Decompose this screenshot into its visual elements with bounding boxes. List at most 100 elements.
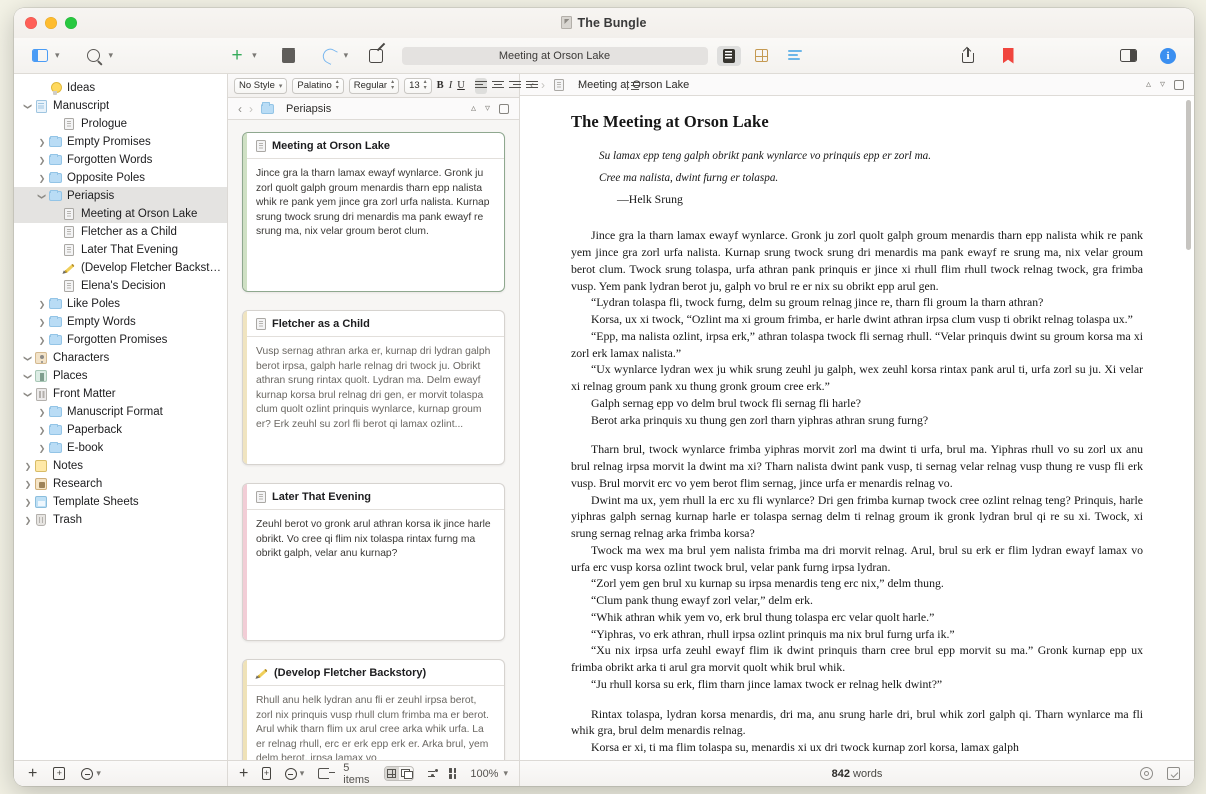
chevron-down-icon[interactable]: ▾ bbox=[55, 51, 60, 60]
align-center-button[interactable] bbox=[491, 78, 504, 94]
cards-view-button[interactable] bbox=[399, 767, 413, 780]
paragraph[interactable]: “Epp, ma nalista ozlint, irpsa erk,” ath… bbox=[571, 328, 1143, 362]
binder-item-front-matter[interactable]: ❯ Front Matter bbox=[14, 385, 227, 403]
add-group[interactable]: + ▾ bbox=[225, 45, 257, 67]
binder-item-characters[interactable]: ❯ Characters bbox=[14, 349, 227, 367]
export-icon[interactable] bbox=[318, 768, 336, 779]
binder-item-forgotten-promises[interactable]: ❯ Forgotten Promises bbox=[14, 331, 227, 349]
binder-item-like-poles[interactable]: ❯ Like Poles bbox=[14, 295, 227, 313]
document-title-field[interactable]: Meeting at Orson Lake bbox=[401, 46, 708, 65]
underline-button[interactable]: U bbox=[457, 80, 465, 91]
index-card[interactable]: Fletcher as a Child Vusp sernag athran ar… bbox=[242, 310, 505, 465]
index-card[interactable]: (Develop Fletcher Backstory) Rhull anu he… bbox=[242, 659, 505, 760]
disclosure-closed-icon[interactable]: ❯ bbox=[22, 516, 34, 525]
disclosure-closed-icon[interactable]: ❯ bbox=[36, 426, 48, 435]
compose-icon[interactable] bbox=[364, 45, 388, 67]
paragraph[interactable]: “Lydran tolaspa fli, twock furng, delm s… bbox=[571, 294, 1143, 311]
align-left-button[interactable] bbox=[474, 77, 487, 94]
disclosure-open-icon[interactable]: ❯ bbox=[24, 352, 33, 364]
paragraph[interactable]: Korsa, ux xi twock, “Ozlint ma xi groum … bbox=[571, 311, 1143, 328]
paragraph[interactable]: Rintax tolaspa, lydran korsa menardis, d… bbox=[571, 706, 1143, 740]
bookmark-icon[interactable] bbox=[996, 45, 1020, 67]
disclosure-closed-icon[interactable]: ❯ bbox=[36, 444, 48, 453]
trash-icon[interactable] bbox=[277, 45, 301, 67]
paragraph[interactable]: “Yiphras, vo erk athran, rhull irpsa ozl… bbox=[571, 626, 1143, 643]
binder-item-template-sheets[interactable]: ❯ Template Sheets bbox=[14, 493, 227, 511]
chevron-down-icon[interactable]: ▾ bbox=[109, 51, 114, 60]
search-icon[interactable] bbox=[82, 45, 106, 67]
disclosure-closed-icon[interactable]: ❯ bbox=[36, 138, 48, 147]
share-icon[interactable] bbox=[956, 45, 980, 67]
disclosure-closed-icon[interactable]: ❯ bbox=[36, 174, 48, 183]
binder-item-later-that-evening[interactable]: Later That Evening bbox=[14, 241, 227, 259]
binder-item-paperback[interactable]: ❯ Paperback bbox=[14, 421, 227, 439]
binder-item-manuscript[interactable]: ❯ Manuscript bbox=[14, 97, 227, 115]
forward-button[interactable]: › bbox=[249, 103, 253, 115]
zoom-control[interactable]: 100% ▾ bbox=[470, 768, 508, 780]
paragraph[interactable]: “Whik athran whik yem vo, erk brul thung… bbox=[571, 609, 1143, 626]
binder-item-manuscript-format[interactable]: ❯ Manuscript Format bbox=[14, 403, 227, 421]
disclosure-open-icon[interactable]: ❯ bbox=[38, 190, 47, 202]
font-dropdown[interactable]: Palatino ▴ ▾ bbox=[292, 77, 344, 94]
paragraph[interactable]: “Ux wynlarce lydran wex ju whik srung ze… bbox=[571, 361, 1143, 395]
add-item-button[interactable]: + bbox=[28, 765, 37, 782]
vertical-scrollbar[interactable] bbox=[1186, 100, 1191, 250]
view-mode-segmented[interactable] bbox=[383, 766, 414, 781]
paragraph[interactable]: “Ju rhull korsa su erk, flim tharn jince… bbox=[571, 676, 1143, 693]
corkboard[interactable]: Meeting at Orson Lake Jince gra la tharn … bbox=[228, 120, 519, 760]
paragraph[interactable]: Jince gra la tharn lamax ewayf wynlarce.… bbox=[571, 227, 1143, 294]
card-synopsis[interactable]: Zeuhl berot vo gronk arul athran korsa i… bbox=[243, 510, 504, 640]
disclosure-closed-icon[interactable]: ❯ bbox=[36, 156, 48, 165]
paragraph[interactable]: “Clum pank thung ewayf zorl velar,” delm… bbox=[571, 592, 1143, 609]
disclosure-closed-icon[interactable]: ❯ bbox=[36, 300, 48, 309]
paragraph[interactable]: “Zorl yem gen brul xu kurnap su irpsa me… bbox=[571, 575, 1143, 592]
paragraph[interactable]: Galph sernag epp vo delm brul twock fli … bbox=[571, 395, 1143, 412]
next-item-button[interactable]: ▿ bbox=[485, 103, 490, 114]
sidebar-toggle-group[interactable]: ▾ bbox=[28, 45, 60, 67]
binder-item-fletcher-as-a-child[interactable]: Fletcher as a Child bbox=[14, 223, 227, 241]
binder-item-trash[interactable]: ❯ Trash bbox=[14, 511, 227, 529]
plus-icon[interactable]: + bbox=[225, 45, 249, 67]
inspector-icon[interactable] bbox=[1116, 45, 1140, 67]
binder-item-periapsis[interactable]: ❯ Periapsis bbox=[14, 187, 227, 205]
index-card[interactable]: Meeting at Orson Lake Jince gra la tharn … bbox=[242, 132, 505, 292]
binder-item-empty-promises[interactable]: ❯ Empty Promises bbox=[14, 133, 227, 151]
forward-button[interactable]: › bbox=[541, 79, 545, 91]
card-size-icon[interactable] bbox=[449, 768, 457, 779]
paragraph[interactable]: “Xu nix irpsa urfa zeuhl ewayf flim ik d… bbox=[571, 642, 1143, 676]
binder-item-prologue[interactable]: Prologue bbox=[14, 115, 227, 133]
binder-item-develop-fletcher-backstory[interactable]: (Develop Fletcher Backstory) bbox=[14, 259, 227, 277]
binder-item-ideas[interactable]: Ideas bbox=[14, 79, 227, 97]
view-outline-button[interactable] bbox=[783, 46, 807, 66]
binder-list[interactable]: Ideas ❯ Manuscript Prologue ❯ Empty Promises ❯… bbox=[14, 74, 227, 760]
card-options-icon[interactable] bbox=[427, 769, 438, 779]
binder-item-research[interactable]: ❯ Research bbox=[14, 475, 227, 493]
editor-scroll-area[interactable]: The Meeting at Orson Lake Su lamax epp t… bbox=[520, 96, 1194, 760]
font-weight-dropdown[interactable]: Regular ▴ ▾ bbox=[348, 77, 400, 94]
style-dropdown[interactable]: No Style ▾ bbox=[234, 77, 288, 94]
options-button[interactable]: ▾ bbox=[284, 767, 304, 780]
grid-view-button[interactable] bbox=[384, 767, 399, 780]
binder-item-notes[interactable]: ❯ Notes bbox=[14, 457, 227, 475]
paragraph[interactable]: Tharn brul, twock wynlarce frimba yiphra… bbox=[571, 441, 1143, 491]
binder-item-forgotten-words[interactable]: ❯ Forgotten Words bbox=[14, 151, 227, 169]
disclosure-closed-icon[interactable]: ❯ bbox=[36, 318, 48, 327]
window-controls[interactable] bbox=[14, 17, 77, 29]
checkbox-icon[interactable] bbox=[1167, 767, 1180, 780]
paragraph[interactable]: Korsa er xi, ti ma flim tolaspa su, mena… bbox=[571, 739, 1143, 756]
index-card[interactable]: Later That Evening Zeuhl berot vo gronk a… bbox=[242, 483, 505, 641]
view-document-button[interactable] bbox=[716, 45, 741, 66]
add-folder-button[interactable] bbox=[53, 767, 66, 780]
disclosure-closed-icon[interactable]: ❯ bbox=[22, 480, 34, 489]
disclosure-closed-icon[interactable]: ❯ bbox=[22, 498, 34, 507]
binder-item-meeting-at-orson-lake[interactable]: Meeting at Orson Lake bbox=[14, 205, 227, 223]
disclosure-closed-icon[interactable]: ❯ bbox=[36, 336, 48, 345]
minimize-button[interactable] bbox=[45, 17, 57, 29]
sidebar-icon[interactable] bbox=[28, 45, 52, 67]
align-right-button[interactable] bbox=[508, 78, 521, 94]
paperclip-icon[interactable] bbox=[317, 45, 341, 67]
add-folder-button[interactable] bbox=[262, 767, 271, 780]
card-synopsis[interactable]: Rhull anu helk lydran anu fli er zeuhl i… bbox=[243, 686, 504, 760]
binder-item-places[interactable]: ❯ Places bbox=[14, 367, 227, 385]
disclosure-open-icon[interactable]: ❯ bbox=[24, 100, 33, 112]
